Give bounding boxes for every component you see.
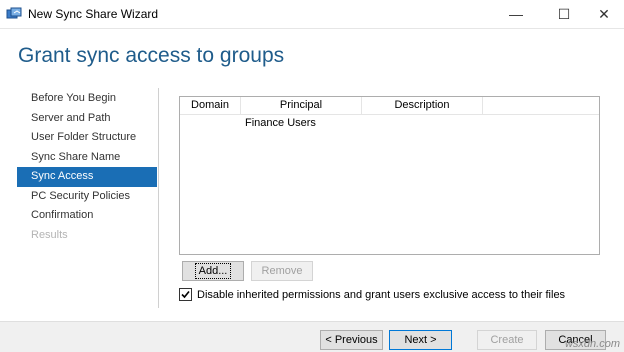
- window-title: New Sync Share Wizard: [28, 7, 159, 21]
- app-icon: [6, 6, 22, 22]
- groups-list[interactable]: Domain Principal Description Finance Use…: [179, 96, 600, 255]
- cell-principal: Finance Users: [245, 117, 316, 129]
- column-header-domain[interactable]: Domain: [180, 97, 241, 114]
- next-button[interactable]: Next >: [389, 330, 452, 350]
- exclusive-access-checkbox-row[interactable]: Disable inherited permissions and grant …: [179, 288, 565, 301]
- add-button[interactable]: Add...: [182, 261, 244, 281]
- nav-divider: [158, 88, 159, 308]
- maximize-button[interactable]: ☐: [544, 0, 584, 28]
- exclusive-access-label: Disable inherited permissions and grant …: [197, 288, 566, 301]
- column-header-description[interactable]: Description: [362, 97, 483, 114]
- previous-button[interactable]: < Previous: [320, 330, 383, 350]
- watermark: wsxdn.com: [564, 338, 620, 350]
- add-button-label: Add...: [194, 263, 232, 279]
- close-button[interactable]: ✕: [584, 0, 624, 28]
- nav-item-before-you-begin[interactable]: Before You Begin: [17, 89, 157, 109]
- nav-item-user-folder-structure[interactable]: User Folder Structure: [17, 128, 157, 148]
- title-bar: New Sync Share Wizard — ☐ ✕: [0, 0, 624, 29]
- nav-item-confirmation[interactable]: Confirmation: [17, 206, 157, 226]
- exclusive-access-checkbox[interactable]: [179, 288, 192, 301]
- remove-button[interactable]: Remove: [251, 261, 313, 281]
- wizard-steps-nav: Before You Begin Server and Path User Fold…: [17, 89, 157, 245]
- nav-item-pc-security-policies[interactable]: PC Security Policies: [17, 187, 157, 207]
- nav-item-results: Results: [31, 228, 68, 241]
- page-heading: Grant sync access to groups: [18, 44, 285, 67]
- nav-item-sync-share-name[interactable]: Sync Share Name: [17, 148, 157, 168]
- nav-item-sync-access[interactable]: Sync Access: [17, 167, 157, 187]
- list-header: Domain Principal Description: [180, 97, 599, 115]
- list-row[interactable]: Finance Users: [180, 115, 599, 131]
- minimize-button[interactable]: —: [496, 0, 536, 28]
- column-header-principal[interactable]: Principal: [241, 97, 362, 114]
- wizard-footer: < Previous Next > Create Cancel wsxdn.co…: [0, 321, 624, 352]
- checkmark-icon: [181, 290, 190, 299]
- create-button[interactable]: Create: [477, 330, 537, 350]
- nav-item-server-and-path[interactable]: Server and Path: [17, 109, 157, 129]
